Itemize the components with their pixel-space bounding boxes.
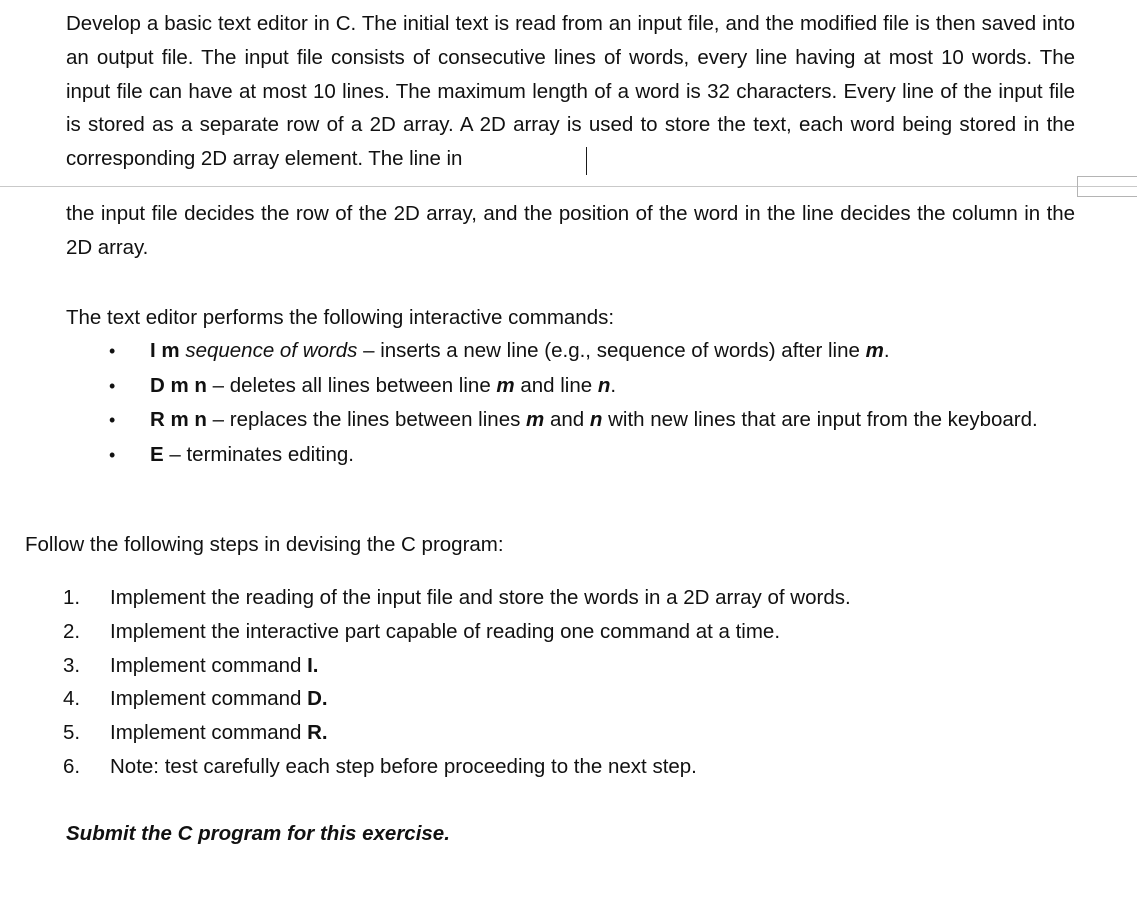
command-description: – terminates editing. bbox=[163, 442, 354, 466]
command-description: – inserts a new line (e.g., sequence of … bbox=[357, 339, 866, 362]
commands-intro-line: The text editor performs the following i… bbox=[66, 306, 615, 329]
command-description: – deletes all lines between line bbox=[206, 373, 497, 397]
document-page: Develop a basic text editor in C. The in… bbox=[0, 0, 1137, 906]
command-variable: m bbox=[526, 408, 545, 431]
step-number: 3. bbox=[63, 653, 81, 677]
step-text: Implement the interactive part capable o… bbox=[110, 619, 781, 643]
list-item: • I m sequence of words – inserts a new … bbox=[0, 334, 1137, 369]
bullet-icon: • bbox=[109, 375, 116, 396]
command-name: I m bbox=[150, 339, 180, 362]
step-text: Implement command bbox=[110, 721, 308, 745]
step-text: Note: test carefully each step before pr… bbox=[110, 754, 697, 778]
command-variable-2: n bbox=[597, 373, 611, 397]
bullet-icon: • bbox=[109, 410, 116, 430]
command-description-mid: and bbox=[544, 408, 590, 431]
follow-steps-intro-line: Follow the following steps in devising t… bbox=[25, 533, 504, 556]
step-number: 1. bbox=[63, 586, 81, 609]
table-row: 3. Implement command I. bbox=[0, 649, 1137, 683]
command-name: R m n bbox=[150, 408, 207, 431]
command-bullet-list: • I m sequence of words – inserts a new … bbox=[0, 334, 1137, 472]
command-name: D m n bbox=[150, 373, 207, 397]
command-description-end: . bbox=[610, 373, 617, 397]
step-number: 5. bbox=[63, 721, 81, 745]
table-row: 2. Implement the interactive part capabl… bbox=[0, 615, 1137, 649]
table-row: 6. Note: test carefully each step before… bbox=[0, 750, 1137, 784]
bullet-icon: • bbox=[109, 444, 116, 465]
list-item: • E – terminates editing. bbox=[0, 438, 1137, 473]
text-caret bbox=[586, 147, 587, 175]
step-number: 2. bbox=[63, 619, 81, 643]
paragraph-intro-part2: the input file decides the row of the 2D… bbox=[66, 202, 1075, 259]
command-argument: sequence of words bbox=[179, 339, 358, 362]
step-number: 6. bbox=[63, 754, 81, 778]
step-number: 4. bbox=[63, 687, 81, 711]
paragraph-intro-part1: Develop a basic text editor in C. The in… bbox=[66, 12, 1075, 171]
table-row: 1. Implement the reading of the input fi… bbox=[0, 581, 1137, 615]
list-item: • R m n – replaces the lines between lin… bbox=[0, 403, 1137, 438]
table-row: 4. Implement command D. bbox=[0, 682, 1137, 716]
step-text: Implement command bbox=[110, 653, 308, 677]
step-command: R. bbox=[307, 721, 328, 745]
bullet-icon: • bbox=[109, 341, 116, 361]
command-variable-2: n bbox=[589, 408, 603, 431]
command-description-end: . bbox=[883, 339, 890, 362]
command-variable: m bbox=[865, 339, 884, 362]
step-text: Implement command bbox=[110, 687, 308, 711]
page-break-rule bbox=[0, 186, 1137, 187]
steps-numbered-list: 1. Implement the reading of the input fi… bbox=[0, 581, 1137, 784]
list-item: • D m n – deletes all lines between line… bbox=[0, 369, 1137, 404]
table-row: 5. Implement command R. bbox=[0, 716, 1137, 750]
submit-note: Submit the C program for this exercise. bbox=[66, 822, 450, 845]
command-description-mid: and line bbox=[514, 373, 598, 397]
step-command: D. bbox=[307, 687, 328, 711]
command-variable: m bbox=[496, 373, 515, 397]
command-description: – replaces the lines between lines bbox=[206, 408, 527, 431]
command-name: E bbox=[150, 442, 164, 466]
page-break-marker bbox=[1077, 176, 1137, 197]
step-text: Implement the reading of the input file … bbox=[110, 586, 851, 609]
command-description-end: with new lines that are input from the k… bbox=[602, 408, 1038, 431]
step-command: I. bbox=[307, 653, 319, 677]
